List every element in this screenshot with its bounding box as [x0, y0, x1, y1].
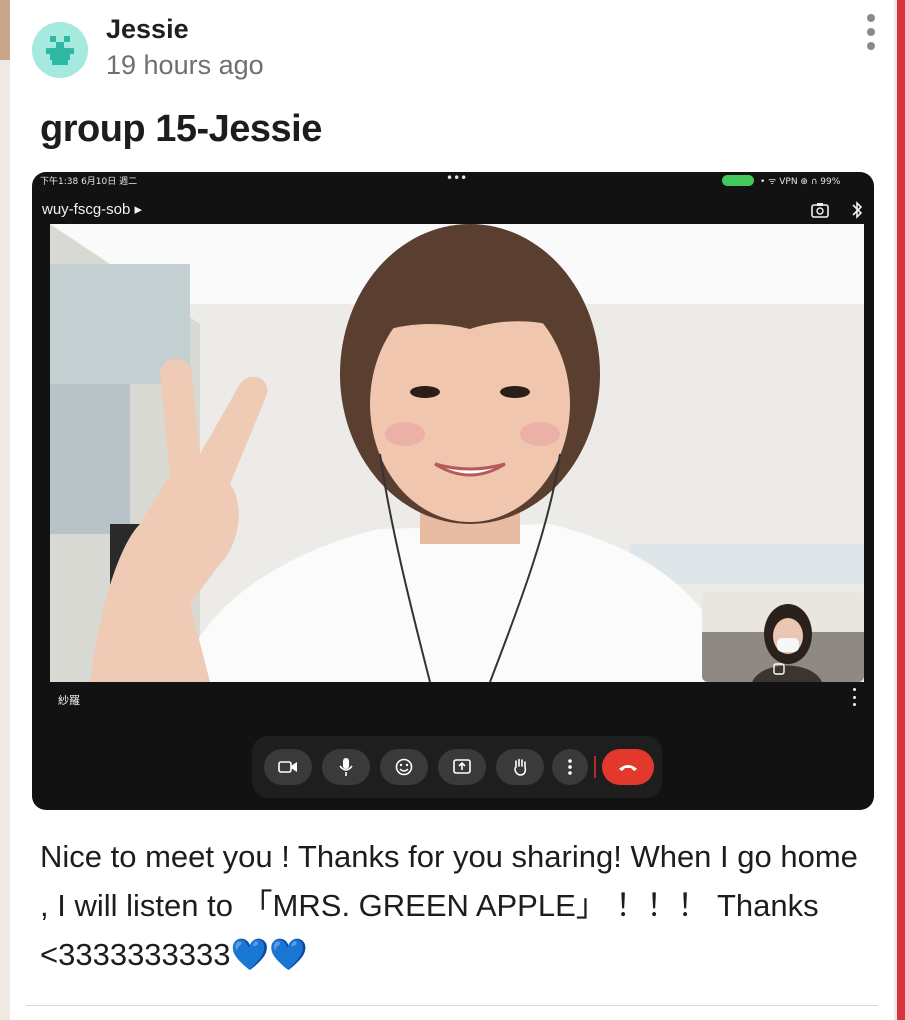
- reactions-button[interactable]: [380, 749, 428, 785]
- meeting-code[interactable]: wuy-fscg-sob ▸: [42, 200, 142, 218]
- camera-button[interactable]: [264, 749, 312, 785]
- raise-hand-button[interactable]: [496, 749, 544, 785]
- device-status-bar: 下午1:38 6月10日 週二 ••• • ᯤ VPN ⊕ ∩ 99%: [32, 172, 874, 188]
- camera-icon: [278, 761, 297, 773]
- author-name[interactable]: Jessie: [106, 14, 189, 45]
- switch-camera-icon[interactable]: [810, 200, 830, 220]
- raise-hand-icon: [514, 758, 527, 776]
- present-screen-icon: [453, 759, 471, 774]
- self-view-tile[interactable]: [702, 592, 864, 682]
- avatar[interactable]: [32, 22, 88, 78]
- status-icons: • ᯤ VPN ⊕ ∩ 99%: [760, 177, 841, 187]
- self-view-image: [702, 592, 864, 682]
- avatar-pixel-icon: [46, 36, 74, 65]
- post-card: Jessie 19 hours ago group 15-Jessie 下午1:…: [10, 0, 894, 1020]
- tile-more-icon[interactable]: [850, 688, 858, 706]
- microphone-button[interactable]: [322, 749, 370, 785]
- vertical-dots-icon: [568, 759, 572, 775]
- more-options-button[interactable]: [552, 749, 588, 785]
- post-comment-text: Nice to meet you ! Thanks for you sharin…: [40, 839, 858, 972]
- emoji-icon: [395, 758, 413, 776]
- main-video-tile: [50, 224, 864, 682]
- bluetooth-icon[interactable]: [850, 200, 864, 220]
- status-dots: •••: [446, 172, 468, 185]
- meeting-header: wuy-fscg-sob ▸: [32, 198, 874, 224]
- participant-name-label: 紗羅: [58, 694, 80, 707]
- microphone-icon: [339, 758, 353, 776]
- camera-indicator: [722, 175, 754, 186]
- hang-up-icon: [619, 765, 637, 771]
- post-title: group 15-Jessie: [40, 108, 322, 150]
- controls-divider: [594, 756, 596, 778]
- call-controls-bar: [252, 736, 662, 798]
- present-button[interactable]: [438, 749, 486, 785]
- end-call-button[interactable]: [602, 749, 654, 785]
- attached-screenshot[interactable]: 下午1:38 6月10日 週二 ••• • ᯤ VPN ⊕ ∩ 99% wuy-…: [32, 172, 874, 810]
- status-time: 下午1:38 6月10日 週二: [40, 177, 138, 187]
- background-edge-right: [897, 0, 905, 1020]
- post-timestamp: 19 hours ago: [106, 50, 264, 80]
- divider: [26, 1005, 878, 1006]
- more-options-icon[interactable]: [858, 14, 884, 50]
